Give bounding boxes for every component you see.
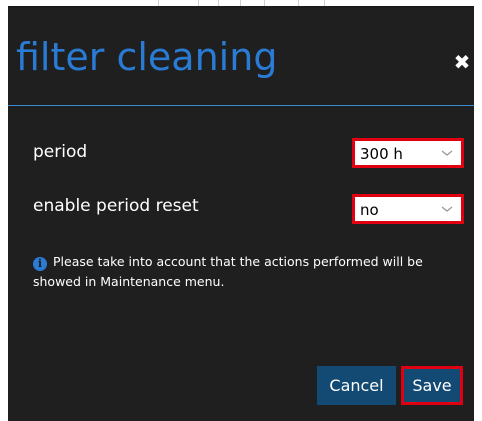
enable-period-reset-select-value: no (360, 201, 379, 219)
dialog-header: filter cleaning ✖ (8, 8, 474, 106)
enable-period-reset-label: enable period reset (33, 196, 199, 216)
background-page-strip (8, 0, 474, 8)
filter-cleaning-dialog: filter cleaning ✖ period 300 h enable pe… (8, 8, 474, 421)
enable-period-reset-select[interactable]: no (352, 194, 464, 224)
period-label: period (33, 142, 88, 162)
info-icon: i (33, 257, 47, 271)
chevron-down-icon (441, 206, 453, 212)
dialog-title: filter cleaning (16, 35, 278, 79)
period-select-value: 300 h (360, 145, 403, 163)
chevron-down-icon (441, 150, 453, 156)
info-message: i Please take into account that the actio… (33, 252, 453, 292)
close-icon[interactable]: ✖ (452, 52, 472, 72)
info-message-text: Please take into account that the action… (33, 254, 423, 289)
period-select[interactable]: 300 h (352, 138, 464, 168)
cancel-button[interactable]: Cancel (317, 366, 396, 405)
save-button[interactable]: Save (401, 366, 463, 405)
